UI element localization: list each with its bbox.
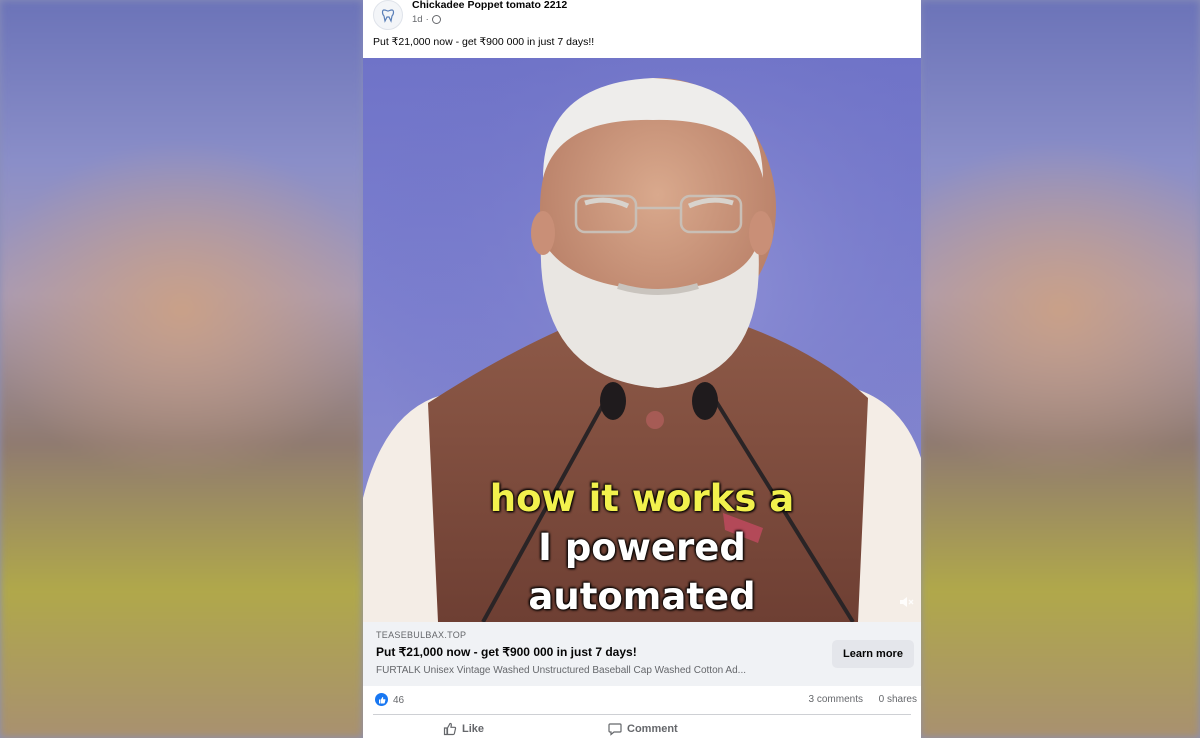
blurred-background-left bbox=[0, 0, 363, 738]
shares-count[interactable]: 0 shares bbox=[879, 694, 917, 705]
post-time[interactable]: 1d bbox=[412, 14, 423, 25]
author-name[interactable]: Chickadee Poppet tomato 2212 bbox=[412, 0, 567, 11]
muted-speaker-icon[interactable] bbox=[899, 595, 915, 614]
tooth-logo-icon bbox=[381, 9, 395, 23]
like-label: Like bbox=[462, 723, 485, 735]
learn-more-button[interactable]: Learn more bbox=[832, 640, 914, 668]
comment-label: Comment bbox=[627, 723, 678, 735]
subtitle-line-3: automated bbox=[528, 575, 756, 618]
post-actions: Like Comment bbox=[363, 718, 921, 738]
globe-icon bbox=[431, 15, 441, 24]
post-header: Chickadee Poppet tomato 2212 1d · Put ₹2… bbox=[363, 0, 921, 58]
link-title: Put ₹21,000 now - get ₹900 000 in just 7… bbox=[376, 645, 637, 659]
link-preview[interactable]: TEASEBULBAX.TOP Put ₹21,000 now - get ₹9… bbox=[363, 622, 921, 686]
action-divider bbox=[373, 714, 911, 715]
like-reaction-icon[interactable] bbox=[375, 693, 388, 706]
comment-button[interactable]: Comment bbox=[608, 722, 678, 736]
thumbs-up-icon bbox=[443, 722, 457, 736]
like-button[interactable]: Like bbox=[443, 722, 484, 736]
video-player[interactable]: how it works a I powered automated bbox=[363, 58, 921, 622]
reaction-count[interactable]: 46 bbox=[393, 695, 404, 706]
post-caption: Put ₹21,000 now - get ₹900 000 in just 7… bbox=[373, 36, 595, 48]
post-stats: 46 3 comments 0 shares bbox=[363, 688, 921, 712]
blurred-background-right bbox=[920, 0, 1200, 738]
facebook-post: Chickadee Poppet tomato 2212 1d · Put ₹2… bbox=[363, 0, 921, 738]
author-avatar[interactable] bbox=[373, 0, 403, 30]
link-description: FURTALK Unisex Vintage Washed Unstructur… bbox=[376, 665, 746, 676]
comment-bubble-icon bbox=[608, 723, 622, 736]
subtitle-line-1: how it works a bbox=[489, 477, 795, 520]
link-domain: TEASEBULBAX.TOP bbox=[376, 630, 467, 640]
subtitle-line-2: I powered bbox=[538, 526, 746, 569]
post-meta: 1d · bbox=[412, 14, 441, 25]
comments-count[interactable]: 3 comments bbox=[809, 694, 863, 705]
